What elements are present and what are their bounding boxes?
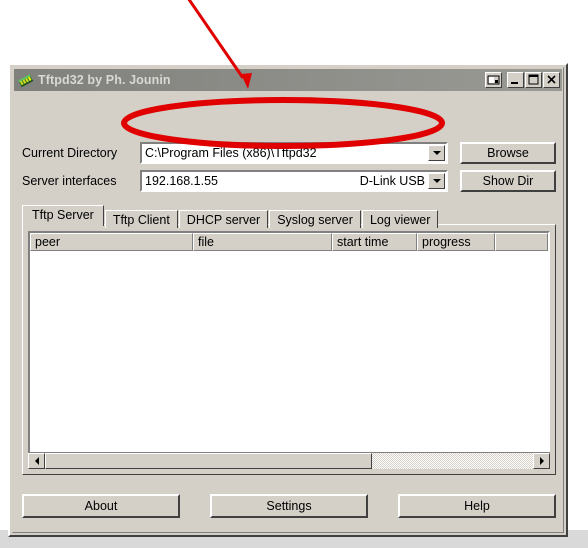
scroll-left-icon: [34, 457, 39, 465]
tab-tftp-server[interactable]: Tftp Server: [22, 205, 104, 226]
show-dir-button[interactable]: Show Dir: [460, 170, 556, 192]
chevron-down-icon: [432, 179, 441, 183]
close-button[interactable]: [543, 72, 560, 88]
column-header-start-time[interactable]: start time: [332, 233, 417, 251]
tftpd-app-icon: [17, 72, 34, 89]
column-header-peer[interactable]: peer: [30, 233, 193, 251]
chevron-down-icon: [432, 151, 441, 155]
tab-strip: Tftp Server Tftp Client DHCP server Sysl…: [22, 205, 556, 228]
tab-log-viewer[interactable]: Log viewer: [361, 210, 439, 228]
current-directory-value[interactable]: C:\Program Files (x86)\Tftpd32: [142, 144, 428, 162]
transfer-list-header: peer file start time progress: [30, 233, 548, 251]
current-directory-dropdown-button[interactable]: [428, 145, 445, 161]
server-interfaces-row: Server interfaces 192.168.1.55 D-Link US…: [22, 170, 556, 192]
scrollbar-thumb[interactable]: [45, 453, 372, 469]
server-interfaces-combo[interactable]: 192.168.1.55 D-Link USB: [140, 170, 448, 192]
horizontal-scrollbar[interactable]: [28, 452, 550, 469]
bottom-button-bar: About Settings Help: [22, 494, 556, 518]
minimize-button[interactable]: [507, 72, 524, 88]
server-interfaces-ip[interactable]: 192.168.1.55: [142, 172, 289, 190]
settings-button[interactable]: Settings: [210, 494, 368, 518]
current-directory-row: Current Directory C:\Program Files (x86)…: [22, 142, 556, 164]
scroll-right-icon: [539, 457, 544, 465]
scroll-left-button[interactable]: [28, 453, 45, 469]
tftpd32-main-window: Tftpd32 by Ph. Jounin Current Directory …: [8, 63, 568, 537]
current-directory-label: Current Directory: [22, 146, 118, 160]
scrollbar-track[interactable]: [45, 453, 533, 469]
tab-dhcp-server[interactable]: DHCP server: [178, 210, 269, 228]
title-bar-buttons: [484, 72, 560, 88]
column-header-filler[interactable]: [495, 233, 548, 251]
server-interfaces-dropdown-button[interactable]: [428, 173, 446, 189]
window-client-area: Current Directory C:\Program Files (x86)…: [14, 93, 562, 531]
column-header-progress[interactable]: progress: [417, 233, 495, 251]
tab-syslog-server[interactable]: Syslog server: [269, 210, 361, 228]
tab-page-tftp-server: peer file start time progress: [22, 224, 556, 475]
tab-tftp-client[interactable]: Tftp Client: [104, 210, 178, 228]
column-header-file[interactable]: file: [193, 233, 332, 251]
transfer-list-view[interactable]: peer file start time progress: [28, 231, 550, 469]
current-directory-combo[interactable]: C:\Program Files (x86)\Tftpd32: [140, 142, 448, 164]
maximize-button[interactable]: [525, 72, 542, 88]
title-bar[interactable]: Tftpd32 by Ph. Jounin: [14, 69, 562, 91]
always-on-top-button[interactable]: [485, 72, 502, 88]
help-button[interactable]: Help: [398, 494, 556, 518]
scroll-right-button[interactable]: [533, 453, 550, 469]
browse-button[interactable]: Browse: [460, 142, 556, 164]
server-interfaces-adapter[interactable]: D-Link USB: [289, 172, 428, 190]
about-button[interactable]: About: [22, 494, 180, 518]
transfer-list-body[interactable]: [30, 251, 548, 467]
server-interfaces-label: Server interfaces: [22, 174, 117, 188]
window-title: Tftpd32 by Ph. Jounin: [38, 73, 171, 87]
